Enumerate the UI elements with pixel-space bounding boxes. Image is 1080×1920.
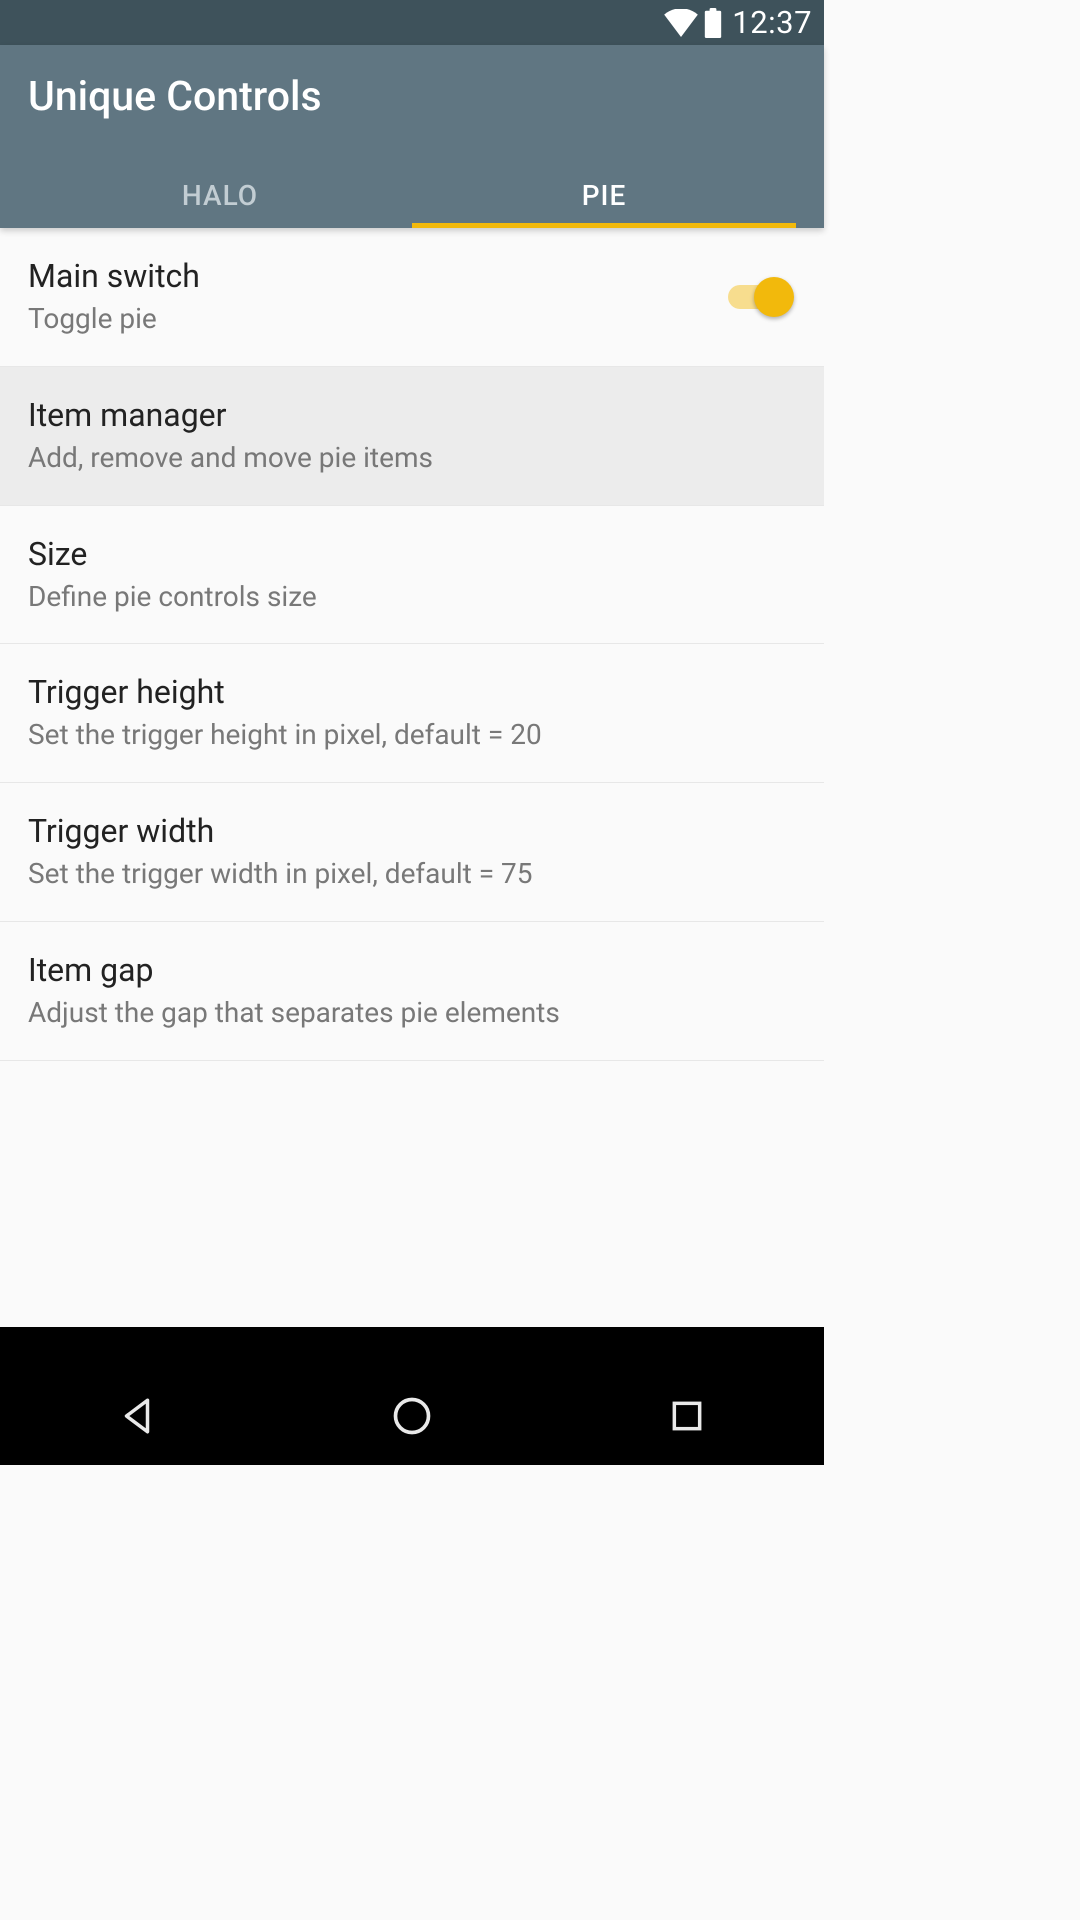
- setting-subtitle: Adjust the gap that separates pie elemen…: [28, 994, 796, 1032]
- toggle-switch[interactable]: [728, 279, 788, 315]
- system-navbar: [0, 1367, 824, 1465]
- setting-text: Item gap Adjust the gap that separates p…: [28, 950, 796, 1032]
- setting-item-gap[interactable]: Item gap Adjust the gap that separates p…: [0, 922, 824, 1061]
- setting-text: Item manager Add, remove and move pie it…: [28, 395, 796, 477]
- app-bar: Unique Controls HALO PIE: [0, 45, 824, 228]
- nav-back-button[interactable]: [77, 1395, 197, 1437]
- list-overflow-edge: [0, 1327, 824, 1367]
- setting-title: Trigger height: [28, 672, 796, 712]
- tabs: HALO PIE: [28, 162, 796, 228]
- setting-trigger-width[interactable]: Trigger width Set the trigger width in p…: [0, 783, 824, 922]
- nav-recents-button[interactable]: [627, 1397, 747, 1435]
- setting-main-switch[interactable]: Main switch Toggle pie: [0, 228, 824, 367]
- page-title: Unique Controls: [28, 77, 796, 162]
- tab-label: HALO: [182, 179, 258, 212]
- setting-subtitle: Set the trigger width in pixel, default …: [28, 855, 796, 893]
- home-icon: [390, 1394, 434, 1438]
- setting-title: Item manager: [28, 395, 796, 435]
- setting-subtitle: Set the trigger height in pixel, default…: [28, 716, 796, 754]
- setting-text: Size Define pie controls size: [28, 534, 796, 616]
- setting-subtitle: Toggle pie: [28, 300, 728, 338]
- setting-title: Trigger width: [28, 811, 796, 851]
- toggle-thumb: [754, 277, 794, 317]
- settings-list[interactable]: Main switch Toggle pie Item manager Add,…: [0, 228, 824, 1327]
- back-icon: [116, 1395, 158, 1437]
- wifi-icon: [664, 9, 698, 37]
- battery-icon: [704, 8, 722, 38]
- setting-title: Main switch: [28, 256, 728, 296]
- setting-title: Size: [28, 534, 796, 574]
- status-clock: 12:37: [732, 4, 812, 41]
- setting-text: Trigger height Set the trigger height in…: [28, 672, 796, 754]
- nav-home-button[interactable]: [352, 1394, 472, 1438]
- tab-label: PIE: [582, 179, 627, 212]
- setting-subtitle: Add, remove and move pie items: [28, 439, 796, 477]
- tab-pie[interactable]: PIE: [412, 162, 796, 228]
- recents-icon: [668, 1397, 706, 1435]
- tab-halo[interactable]: HALO: [28, 162, 412, 228]
- setting-text: Main switch Toggle pie: [28, 256, 728, 338]
- setting-text: Trigger width Set the trigger width in p…: [28, 811, 796, 893]
- setting-subtitle: Define pie controls size: [28, 578, 796, 616]
- setting-trigger-height[interactable]: Trigger height Set the trigger height in…: [0, 644, 824, 783]
- setting-title: Item gap: [28, 950, 796, 990]
- status-bar: 12:37: [0, 0, 824, 45]
- setting-size[interactable]: Size Define pie controls size: [0, 506, 824, 645]
- setting-item-manager[interactable]: Item manager Add, remove and move pie it…: [0, 367, 824, 506]
- screen: 12:37 Unique Controls HALO PIE Main swit…: [0, 0, 824, 1465]
